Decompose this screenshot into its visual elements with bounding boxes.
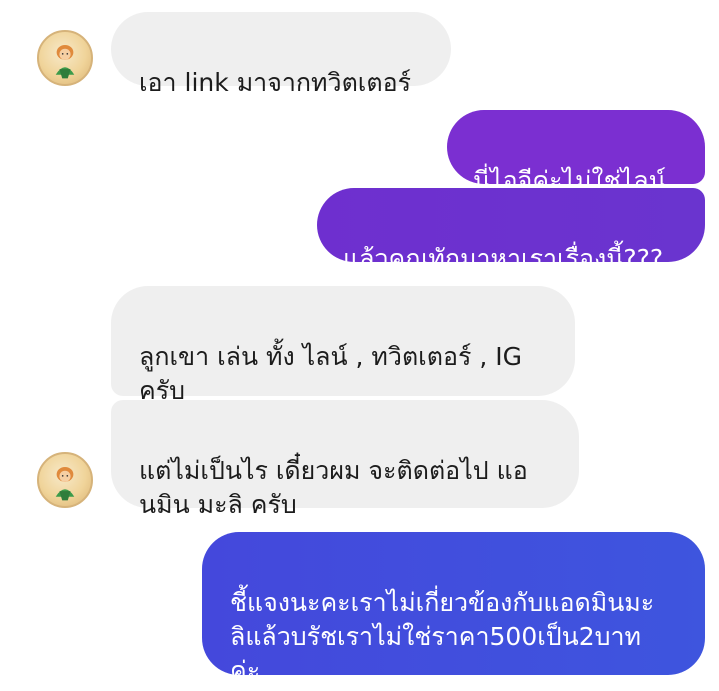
message-bubble-outgoing[interactable]: แล้วคุณทักมาหาเราเรื่องนี้???: [317, 188, 705, 273]
message-bubble-incoming[interactable]: เอา link มาจากทวิตเตอร์: [111, 12, 451, 97]
message-text: ชี้แจงนะคะเราไม่เกี่ยวข้องกับแอดมินมะ ลิ…: [230, 588, 655, 685]
cartoon-avatar-icon: [55, 45, 75, 79]
contact-avatar-icon[interactable]: [37, 452, 93, 508]
message-text: ลูกเขา เล่น ทั้ง ไลน์ , ทวิตเตอร์ , IG ค…: [139, 342, 522, 405]
message-text: แล้วคุณทักมาหาเราเรื่องนี้???: [343, 244, 664, 273]
message-bubble-incoming[interactable]: แต่ไม่เป็นไร เดี๋ยวผม จะติดต่อไป แอ นมิน…: [111, 400, 579, 519]
message-bubble-outgoing[interactable]: ชี้แจงนะคะเราไม่เกี่ยวข้องกับแอดมินมะ ลิ…: [202, 532, 705, 685]
message-bubble-incoming[interactable]: ลูกเขา เล่น ทั้ง ไลน์ , ทวิตเตอร์ , IG ค…: [111, 286, 575, 405]
message-text: แต่ไม่เป็นไร เดี๋ยวผม จะติดต่อไป แอ นมิน…: [139, 456, 528, 519]
cartoon-avatar-icon: [55, 467, 75, 501]
message-text: เอา link มาจากทวิตเตอร์: [139, 68, 412, 97]
contact-avatar-icon[interactable]: [37, 30, 93, 86]
message-bubble-outgoing[interactable]: นี่ไอจีค่ะไม่ใช่ไลน์: [447, 110, 705, 195]
